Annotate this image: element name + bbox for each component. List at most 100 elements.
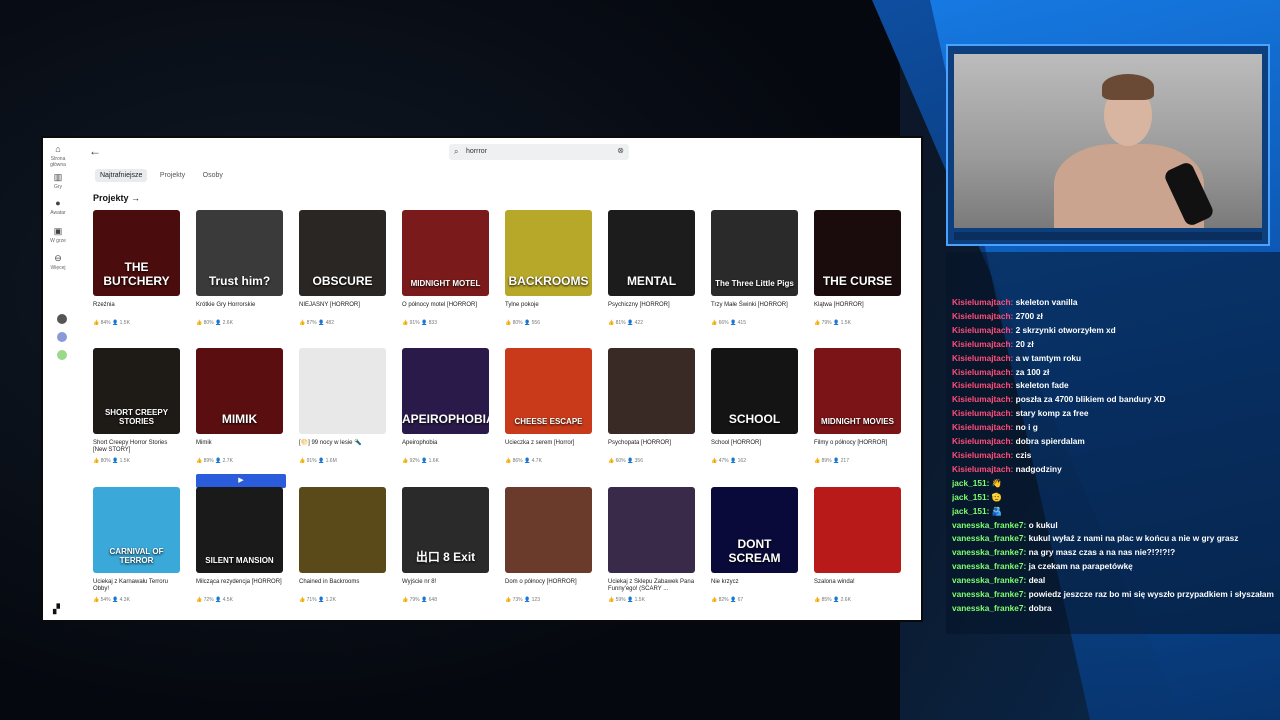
game-card[interactable]: Szalona winda! 👍 85% 👤 2.6K — [814, 487, 902, 603]
game-thumbnail[interactable]: MIMIK — [196, 348, 283, 434]
game-title[interactable]: NIEJASNY [HORROR] — [299, 302, 387, 318]
thumbs-up-icon: 👍 89% — [814, 458, 834, 464]
game-card[interactable]: CARNIVAL OF TERROR Uciekaj z Karnawału Te… — [93, 487, 181, 603]
player-count: 👤 1.5K — [112, 320, 130, 326]
game-card[interactable]: Chained in Backrooms 👍 71% 👤 1.2K — [299, 487, 387, 603]
game-card[interactable]: [🌕] 99 nocy w lesie 🔦 👍 91% 👤 1.6M — [299, 348, 387, 464]
tab-most-relevant[interactable]: Najtrafniejsze — [95, 169, 148, 182]
game-card[interactable]: SILENT MANSION Milcząca rezydencja [HORRO… — [196, 487, 284, 603]
game-title[interactable]: Krótkie Gry Horrorskie — [196, 302, 284, 318]
game-thumbnail[interactable]: BACKROOMS — [505, 210, 592, 296]
game-card[interactable]: SCHOOL School [HORROR] 👍 47% 👤 162 — [711, 348, 799, 464]
search-icon: ⌕ — [454, 147, 459, 156]
clear-search-icon[interactable]: ⊗ — [617, 146, 624, 155]
game-title[interactable]: Milcząca rezydencja [HORROR] — [196, 579, 284, 595]
game-card[interactable]: DONT SCREAM Nie krzycz 👍 82% 👤 67 — [711, 487, 799, 603]
friend-avatar[interactable] — [57, 314, 67, 324]
game-card[interactable]: MIMIK Mimik 👍 89% 👤 2.7K ▶ — [196, 348, 286, 488]
game-title[interactable]: Short Creepy Horror Stories [New STORY] — [93, 440, 181, 456]
game-title[interactable]: Tylne pokoje — [505, 302, 593, 318]
search-input[interactable]: ⌕ horrror ⊗ — [449, 144, 629, 160]
game-card[interactable]: Psychopata [HORROR] 👍 60% 👤 356 — [608, 348, 696, 464]
game-title[interactable]: Nie krzycz — [711, 579, 799, 595]
game-thumbnail[interactable]: The Three Little Pigs — [711, 210, 798, 296]
game-card[interactable]: BACKROOMS Tylne pokoje 👍 80% 👤 556 — [505, 210, 593, 326]
game-thumbnail[interactable]: SILENT MANSION — [196, 487, 283, 573]
game-title[interactable]: Uciekaj z Sklepu Zabawek Pana Funny'ego!… — [608, 579, 696, 595]
game-card[interactable]: OBSCURE NIEJASNY [HORROR] 👍 87% 👤 482 — [299, 210, 387, 326]
game-title[interactable]: Szalona winda! — [814, 579, 902, 595]
game-title[interactable]: Mimik — [196, 440, 284, 456]
tab-projects[interactable]: Projekty — [155, 169, 190, 182]
game-thumbnail[interactable] — [299, 348, 386, 434]
game-thumbnail[interactable] — [814, 487, 901, 573]
game-thumbnail[interactable]: CHEESE ESCAPE — [505, 348, 592, 434]
game-card[interactable]: MENTAL Psychiczny [HORROR] 👍 81% 👤 422 — [608, 210, 696, 326]
section-title-projects[interactable]: Projekty → — [93, 193, 140, 203]
friend-avatar[interactable] — [57, 350, 67, 360]
game-title[interactable]: Dom o północy [HORROR] — [505, 579, 593, 595]
game-thumbnail[interactable]: OBSCURE — [299, 210, 386, 296]
game-thumbnail[interactable]: 出口 8 Exit — [402, 487, 489, 573]
game-title[interactable]: Chained in Backrooms — [299, 579, 387, 595]
game-thumbnail[interactable]: Trust him? — [196, 210, 283, 296]
game-title[interactable]: Uciekaj z Karnawału Terroru Obby! — [93, 579, 181, 595]
game-thumbnail[interactable]: APEIROPHOBIA — [402, 348, 489, 434]
game-card[interactable]: The Three Little Pigs Trzy Małe Świnki [H… — [711, 210, 799, 326]
roblox-app-window: ⌂ Strona główna ▥ Gry ● Awatar ▣ W grze … — [41, 136, 923, 622]
game-thumbnail[interactable]: SCHOOL — [711, 348, 798, 434]
game-card[interactable]: THE BUTCHERY Rzeźnia 👍 84% 👤 1.5K — [93, 210, 181, 326]
game-card[interactable]: MIDNIGHT MOTEL O północy motel [HORROR] 👍 … — [402, 210, 490, 326]
friend-avatar[interactable] — [57, 332, 67, 342]
roblox-logo-icon[interactable]: ▞ — [53, 604, 60, 615]
sidebar-item-home[interactable]: ⌂ Strona główna — [43, 144, 73, 168]
game-title[interactable]: Trzy Małe Świnki [HORROR] — [711, 302, 799, 318]
game-card[interactable]: Dom o północy [HORROR] 👍 73% 👤 123 — [505, 487, 593, 603]
game-title[interactable]: Filmy o północy [HORROR] — [814, 440, 902, 456]
thumbs-up-icon: 👍 79% — [814, 320, 834, 326]
game-title[interactable]: School [HORROR] — [711, 440, 799, 456]
back-arrow-icon[interactable]: ← — [89, 144, 101, 158]
game-thumbnail[interactable] — [608, 348, 695, 434]
game-thumbnail[interactable]: MENTAL — [608, 210, 695, 296]
game-card[interactable]: 出口 8 Exit Wyjście nr 8! 👍 79% 👤 648 — [402, 487, 490, 603]
game-card[interactable]: CHEESE ESCAPE Ucieczka z serem [Horror] 👍 … — [505, 348, 593, 464]
player-count: 👤 648 — [421, 597, 437, 603]
game-card[interactable]: APEIROPHOBIA Apeirophobia 👍 92% 👤 1.6K — [402, 348, 490, 464]
thumbs-up-icon: 👍 91% — [402, 320, 422, 326]
sidebar-item-games[interactable]: ▥ Gry — [43, 172, 73, 190]
filter-tabs: Najtrafniejsze Projekty Osoby — [95, 164, 231, 182]
chat-message: Kisielumajtach: stary komp za free — [952, 407, 1278, 421]
game-title[interactable]: Rzeźnia — [93, 302, 181, 318]
game-thumbnail[interactable]: CARNIVAL OF TERROR — [93, 487, 180, 573]
game-thumbnail[interactable]: MIDNIGHT MOTEL — [402, 210, 489, 296]
game-thumbnail[interactable]: THE BUTCHERY — [93, 210, 180, 296]
game-thumbnail[interactable]: SHORT CREEPY STORIES — [93, 348, 180, 434]
game-thumbnail[interactable] — [299, 487, 386, 573]
game-title[interactable]: Klątwa [HORROR] — [814, 302, 902, 318]
tab-people[interactable]: Osoby — [198, 169, 228, 182]
sidebar-item-avatar[interactable]: ● Awatar — [43, 198, 73, 216]
game-title[interactable]: Wyjście nr 8! — [402, 579, 490, 595]
game-thumbnail[interactable]: DONT SCREAM — [711, 487, 798, 573]
game-thumbnail[interactable]: THE CURSE — [814, 210, 901, 296]
game-card[interactable]: MIDNIGHT MOVIES Filmy o północy [HORROR] 👍… — [814, 348, 902, 464]
game-thumbnail[interactable] — [505, 487, 592, 573]
play-button[interactable]: ▶ — [196, 474, 286, 488]
game-card[interactable]: Trust him? Krótkie Gry Horrorskie 👍 80% 👤 … — [196, 210, 284, 326]
game-card[interactable]: THE CURSE Klątwa [HORROR] 👍 79% 👤 1.5K — [814, 210, 902, 326]
game-thumbnail[interactable] — [608, 487, 695, 573]
game-title[interactable]: Psychiczny [HORROR] — [608, 302, 696, 318]
game-title[interactable]: Psychopata [HORROR] — [608, 440, 696, 456]
sidebar-item-more[interactable]: ⊖ Więcej — [43, 253, 73, 271]
game-card[interactable]: SHORT CREEPY STORIES Short Creepy Horror … — [93, 348, 181, 464]
game-title[interactable]: O północy motel [HORROR] — [402, 302, 490, 318]
game-title[interactable]: [🌕] 99 nocy w lesie 🔦 — [299, 440, 387, 456]
game-title[interactable]: Ucieczka z serem [Horror] — [505, 440, 593, 456]
chat-message: Kisielumajtach: no i g — [952, 421, 1278, 435]
game-stats: 👍 82% 👤 67 — [711, 597, 799, 603]
game-title[interactable]: Apeirophobia — [402, 440, 490, 456]
sidebar-item-inventory[interactable]: ▣ W grze — [43, 226, 73, 244]
game-card[interactable]: Uciekaj z Sklepu Zabawek Pana Funny'ego!… — [608, 487, 696, 603]
game-thumbnail[interactable]: MIDNIGHT MOVIES — [814, 348, 901, 434]
